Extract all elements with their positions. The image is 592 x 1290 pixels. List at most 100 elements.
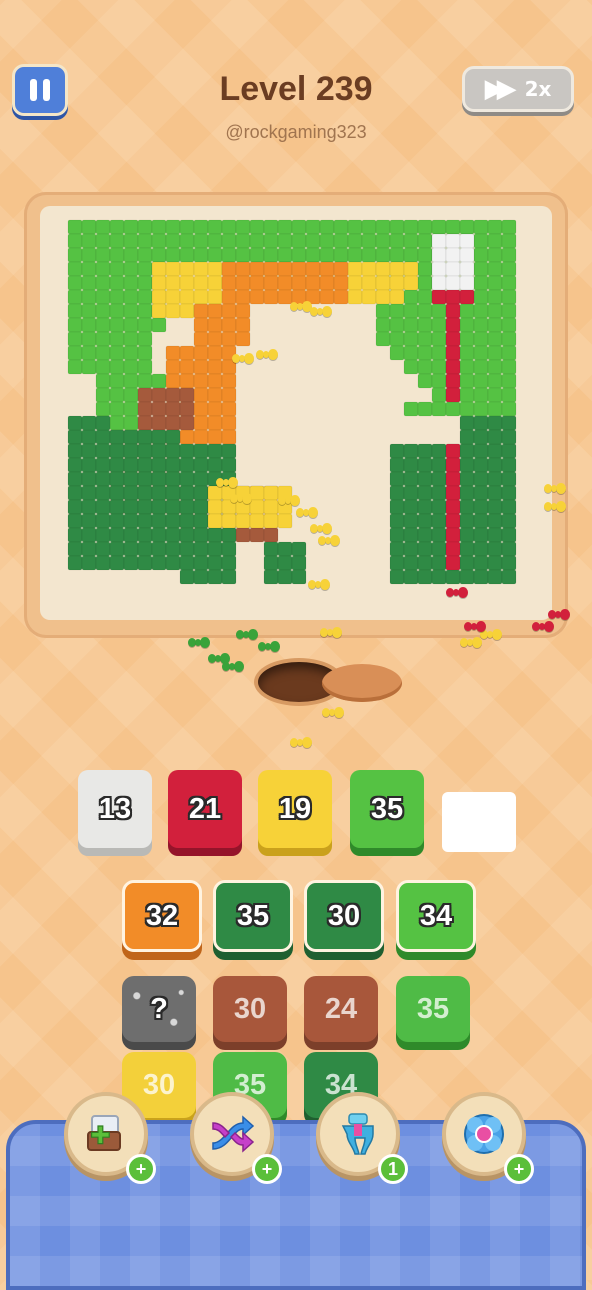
pixel-cell [375, 247, 391, 263]
pixel-cell [459, 443, 475, 459]
pixel-cell [445, 233, 461, 249]
tile-r1c2[interactable]: 35 [213, 880, 293, 952]
pixel-cell [487, 541, 503, 557]
pixel-cell [207, 457, 223, 473]
pixel-cell [207, 303, 223, 319]
pixel-cell [221, 415, 237, 431]
pixel-cell [67, 471, 83, 487]
pixel-cell [403, 527, 419, 543]
rotate-tool[interactable]: + [442, 1092, 534, 1184]
slot-5-empty[interactable] [442, 792, 516, 852]
pixel-cell [375, 261, 391, 277]
tile-mystery[interactable]: ? [122, 976, 196, 1042]
pixel-cell [459, 247, 475, 263]
pixel-cell [319, 233, 335, 249]
slot-3[interactable]: 19 [258, 770, 332, 848]
pixel-cell [263, 233, 279, 249]
slot-value: 19 [278, 792, 312, 825]
pixel-cell [151, 261, 167, 277]
pixel-cell [95, 555, 111, 571]
pixel-cell [263, 513, 279, 529]
pixel-cell [221, 289, 237, 305]
pixel-cell [207, 443, 223, 459]
pixel-cell [445, 387, 461, 403]
pixel-cell [431, 233, 447, 249]
pixel-cell [459, 373, 475, 389]
pixel-cell [487, 499, 503, 515]
pixel-cell [165, 303, 181, 319]
pixel-cell [179, 457, 195, 473]
pixel-cell [417, 569, 433, 585]
add-tray-tool[interactable]: + [64, 1092, 156, 1184]
pixel-cell [473, 317, 489, 333]
pixel-cell [501, 359, 517, 375]
slot-1[interactable]: 13 [78, 770, 152, 848]
tile-r2c3[interactable]: 24 [304, 976, 378, 1042]
pixel-cell [291, 247, 307, 263]
pixel-cell [445, 317, 461, 333]
slot-4[interactable]: 35 [350, 770, 424, 848]
tile-r1c3[interactable]: 30 [304, 880, 384, 952]
pixel-cell [151, 219, 167, 235]
pixel-cell [403, 261, 419, 277]
pixel-cell [193, 275, 209, 291]
speed-button[interactable]: ▶▶ 2x [462, 66, 574, 112]
pixel-cell [445, 345, 461, 361]
magnet-claw-tool[interactable]: 1 [316, 1092, 408, 1184]
pixel-cell [459, 499, 475, 515]
slot-2[interactable]: 21 [168, 770, 242, 848]
pixel-cell [81, 457, 97, 473]
pixel-cell [235, 303, 251, 319]
pixel-cell [207, 289, 223, 305]
pixel-cell [109, 275, 125, 291]
pixel-cell [417, 457, 433, 473]
pixel-cell [165, 485, 181, 501]
pixel-cell [403, 569, 419, 585]
pixel-cell [207, 359, 223, 375]
pixel-cell [67, 261, 83, 277]
pixel-cell [235, 275, 251, 291]
pixel-cell [95, 331, 111, 347]
pixel-cell [417, 317, 433, 333]
pixel-cell [95, 261, 111, 277]
pixel-cell [193, 527, 209, 543]
pixel-cell [263, 275, 279, 291]
pixel-cell [165, 457, 181, 473]
pixel-cell [109, 485, 125, 501]
pixel-cell [319, 289, 335, 305]
pixel-cell [151, 541, 167, 557]
pixel-cell [459, 457, 475, 473]
pixel-cell [487, 387, 503, 403]
claw-icon [341, 1113, 374, 1155]
tile-r1c1[interactable]: 32 [122, 880, 202, 952]
pixel-cell [221, 317, 237, 333]
pixel-cell [473, 289, 489, 305]
pixel-cell [487, 331, 503, 347]
tile-r2c4[interactable]: 35 [396, 976, 470, 1042]
pixel-cell [165, 387, 181, 403]
pixel-cell [179, 429, 195, 445]
pixel-cell [263, 569, 279, 585]
pixel-cell [473, 513, 489, 529]
pixel-cell [263, 219, 279, 235]
pixel-cell [95, 401, 111, 417]
pixel-cell [263, 289, 279, 305]
pixel-cell [193, 443, 209, 459]
queue-slots: 13 21 19 35 [0, 770, 592, 860]
shuffle-tool[interactable]: + [190, 1092, 282, 1184]
ant [296, 506, 318, 520]
pixel-cell [123, 527, 139, 543]
pixel-cell [151, 303, 167, 319]
pixel-cell [431, 457, 447, 473]
pixel-cell [81, 415, 97, 431]
pixel-cell [431, 513, 447, 529]
pixel-cell [445, 219, 461, 235]
tile-r2c2[interactable]: 30 [213, 976, 287, 1042]
pixel-cell [67, 443, 83, 459]
pixel-cell [137, 275, 153, 291]
pixel-cell [95, 247, 111, 263]
tile-r1c4[interactable]: 34 [396, 880, 476, 952]
pixel-cell [109, 499, 125, 515]
pixel-cell [109, 261, 125, 277]
pixel-cell [207, 401, 223, 417]
